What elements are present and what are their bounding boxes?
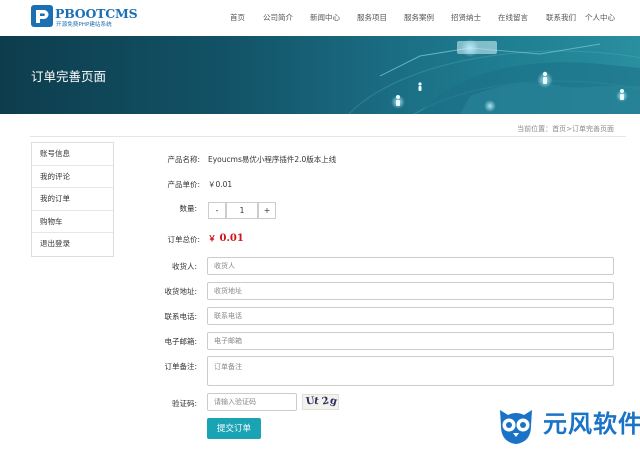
page-title: 订单完善页面 [31, 69, 107, 84]
email-label: 电子邮箱: [164, 337, 197, 346]
nav-item-services[interactable]: 服务项目 [357, 12, 387, 23]
main-nav: 首页 公司简介 新闻中心 服务项目 服务案例 招贤纳士 在线留言 联系我们 个人… [0, 12, 640, 26]
breadcrumb-current: 订单完善页面 [572, 125, 614, 133]
captcha-label: 验证码: [171, 399, 197, 408]
quantity-label: 数量: [179, 204, 197, 213]
email-input[interactable] [207, 332, 614, 350]
member-sidebar: 账号信息 我的评论 我的订单 购物车 退出登录 [31, 142, 114, 257]
total-price-label: 订单总价: [167, 235, 200, 244]
sidebar-item-account[interactable]: 账号信息 [32, 143, 113, 166]
nav-item-about[interactable]: 公司简介 [263, 12, 293, 23]
total-value: 0.01 [219, 233, 244, 244]
breadcrumb: 当前位置：首页>订单完善页面 [517, 124, 614, 134]
nav-item-contact[interactable]: 联系我们 [546, 12, 576, 23]
submit-order-button[interactable]: 提交订单 [207, 418, 261, 439]
captcha-char: g [328, 395, 339, 408]
nav-item-message[interactable]: 在线留言 [498, 12, 528, 23]
consignee-label: 收货人: [171, 262, 197, 271]
address-label: 收货地址: [164, 287, 197, 296]
remark-textarea[interactable] [207, 356, 614, 386]
captcha-image[interactable]: U t 2 g [302, 394, 339, 410]
quantity-input[interactable]: 1 [226, 202, 258, 219]
captcha-input[interactable] [207, 393, 297, 411]
breadcrumb-home-link[interactable]: 首页 [552, 125, 566, 133]
address-input[interactable] [207, 282, 614, 300]
quantity-plus-button[interactable]: + [258, 202, 276, 219]
captcha-char: t [313, 395, 320, 408]
sidebar-item-cart[interactable]: 购物车 [32, 211, 113, 234]
page-banner: 订单完善页面 [0, 36, 640, 114]
owl-logo-icon [500, 410, 532, 444]
nav-item-home[interactable]: 首页 [230, 12, 245, 23]
product-name: Eyoucms易优小程序插件2.0版本上线 [208, 155, 337, 164]
phone-input[interactable] [207, 307, 614, 325]
watermark-text: 元风软件 [543, 410, 640, 438]
nav-item-user-center[interactable]: 个人中心 [585, 12, 615, 23]
unit-price: ￥0.01 [208, 180, 233, 189]
nav-item-news[interactable]: 新闻中心 [310, 12, 340, 23]
total-currency: ￥ [208, 233, 216, 243]
sidebar-item-orders[interactable]: 我的订单 [32, 188, 113, 211]
breadcrumb-prefix: 当前位置： [517, 125, 553, 133]
phone-label: 联系电话: [164, 312, 197, 321]
quantity-minus-button[interactable]: - [208, 202, 226, 219]
sidebar-item-comments[interactable]: 我的评论 [32, 166, 113, 189]
site-header: PBOOTCMS 开源免费PHP建站系统 首页 公司简介 新闻中心 服务项目 服… [0, 0, 640, 36]
product-name-label: 产品名称: [167, 155, 200, 164]
nav-item-cases[interactable]: 服务案例 [404, 12, 434, 23]
divider [30, 136, 626, 137]
watermark: 元风软件 [494, 402, 640, 446]
total-price: ￥ 0.01 [208, 233, 244, 244]
unit-price-label: 产品单价: [167, 180, 200, 189]
remark-label: 订单备注: [164, 362, 197, 371]
consignee-input[interactable] [207, 257, 614, 275]
sidebar-item-logout[interactable]: 退出登录 [32, 233, 113, 256]
nav-item-jobs[interactable]: 招贤纳士 [451, 12, 481, 23]
